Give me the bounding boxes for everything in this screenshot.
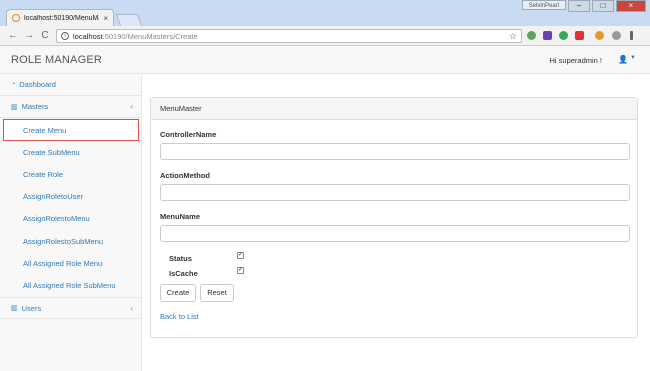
sidebar-item-label: AssignRolestoMenu [23, 213, 90, 223]
back-arrow-icon[interactable]: ← [8, 30, 18, 42]
sidebar-item-label: AssignRolestoSubMenu [23, 236, 104, 246]
extension-icon[interactable] [575, 31, 584, 40]
menu-name-input[interactable] [160, 225, 630, 242]
browser-toolbar: ← → C i localhost :50190/MenuMasters/Cre… [0, 26, 650, 46]
app-header: ROLE MANAGER Hi superadmin ! 👤 ▼ [0, 46, 650, 74]
sidebar-item-label: Users [21, 303, 42, 313]
extension-icon[interactable] [612, 31, 621, 40]
status-checkbox[interactable]: ✓ [237, 252, 244, 259]
sidebar-item-create-role[interactable]: Create Role [0, 163, 142, 185]
bar-chart-icon: ▥ [11, 103, 18, 111]
status-label: Status [169, 254, 192, 263]
controller-name-label: ControllerName [160, 130, 217, 139]
sidebar-item-label: AssignRoletoUser [23, 191, 84, 201]
menu-master-panel: MenuMaster ControllerName ActionMethod M… [150, 97, 638, 338]
browser-tabstrip: localhost:50190/MenuMa × SelvinPearl – □… [0, 0, 650, 26]
address-bar[interactable]: i localhost :50190/MenuMasters/Create ☆ [56, 29, 522, 43]
sidebar-item-assign-role-to-user[interactable]: AssignRoletoUser [0, 185, 142, 207]
dashboard-icon: ◔ [11, 81, 16, 88]
maximize-button[interactable]: □ [592, 0, 614, 12]
extension-icon[interactable] [559, 31, 568, 40]
back-to-list-link[interactable]: Back to List [160, 312, 199, 321]
action-method-input[interactable] [160, 184, 630, 201]
sidebar-item-label: Dashboard [19, 80, 56, 89]
browser-tab[interactable]: localhost:50190/MenuMa × [6, 9, 114, 26]
sidebar-item-label: Create SubMenu [23, 147, 80, 157]
url-host: localhost [73, 31, 103, 41]
user-greeting: Hi superadmin ! [549, 56, 602, 65]
menu-icon[interactable] [630, 31, 633, 40]
user-icon[interactable]: 👤 [618, 55, 628, 64]
sidebar-item-assign-roles-to-menu[interactable]: AssignRolestoMenu [0, 207, 142, 229]
sidebar: ◔ Dashboard ▥ Masters ‹ Create Menu Crea… [0, 74, 142, 371]
bar-chart-icon: ▥ [11, 305, 18, 312]
menu-name-label: MenuName [160, 212, 201, 221]
sidebar-item-label: All Assigned Role Menu [23, 258, 103, 268]
tab-title: localhost:50190/MenuMa [24, 14, 100, 22]
sidebar-item-dashboard[interactable]: ◔ Dashboard [0, 74, 142, 96]
extension-icon[interactable] [543, 31, 552, 40]
reset-button[interactable]: Reset [200, 284, 234, 302]
new-tab-button[interactable] [115, 14, 143, 26]
forward-arrow-icon[interactable]: → [24, 30, 34, 42]
sidebar-item-masters[interactable]: ▥ Masters ‹ [0, 96, 142, 118]
window-close-button[interactable]: × [616, 0, 646, 12]
controller-name-input[interactable] [160, 143, 630, 160]
sidebar-item-label: All Assigned Role SubMenu [23, 280, 116, 290]
extension-icon[interactable] [595, 31, 604, 40]
sidebar-item-users[interactable]: ▥ Users ‹ [0, 297, 142, 319]
reload-icon[interactable]: C [40, 30, 50, 42]
brand-title[interactable]: ROLE MANAGER [11, 54, 102, 66]
minimize-button[interactable]: – [568, 0, 590, 12]
sidebar-item-create-submenu[interactable]: Create SubMenu [0, 141, 142, 163]
browser-profile-badge[interactable]: SelvinPearl [521, 0, 566, 10]
extension-icon[interactable] [527, 31, 536, 40]
chevron-left-icon[interactable]: ‹ [130, 102, 133, 111]
window-controls: – □ × [568, 0, 646, 12]
sidebar-item-all-assigned-role-submenu[interactable]: All Assigned Role SubMenu [0, 274, 142, 296]
sidebar-item-create-menu[interactable]: Create Menu [3, 119, 139, 141]
action-method-label: ActionMethod [160, 171, 210, 180]
panel-heading: MenuMaster [151, 98, 637, 120]
bookmark-star-icon[interactable]: ☆ [509, 31, 517, 42]
chevron-left-icon[interactable]: ‹ [130, 304, 133, 313]
sidebar-item-label: Create Menu [23, 125, 67, 135]
create-button[interactable]: Create [160, 284, 196, 302]
sidebar-item-assign-roles-to-submenu[interactable]: AssignRolestoSubMenu [0, 230, 142, 252]
url-path: :50190/MenuMasters/Create [102, 31, 198, 41]
tab-close-icon[interactable]: × [103, 14, 108, 23]
is-cache-label: IsCache [169, 269, 198, 278]
sidebar-item-label: Create Role [23, 169, 64, 179]
sidebar-item-all-assigned-role-menu[interactable]: All Assigned Role Menu [0, 252, 142, 274]
caret-down-icon[interactable]: ▼ [630, 55, 636, 61]
loading-icon [12, 14, 20, 22]
is-cache-checkbox[interactable]: ✓ [237, 267, 244, 274]
info-icon[interactable]: i [61, 32, 69, 40]
sidebar-item-label: Masters [21, 102, 49, 111]
